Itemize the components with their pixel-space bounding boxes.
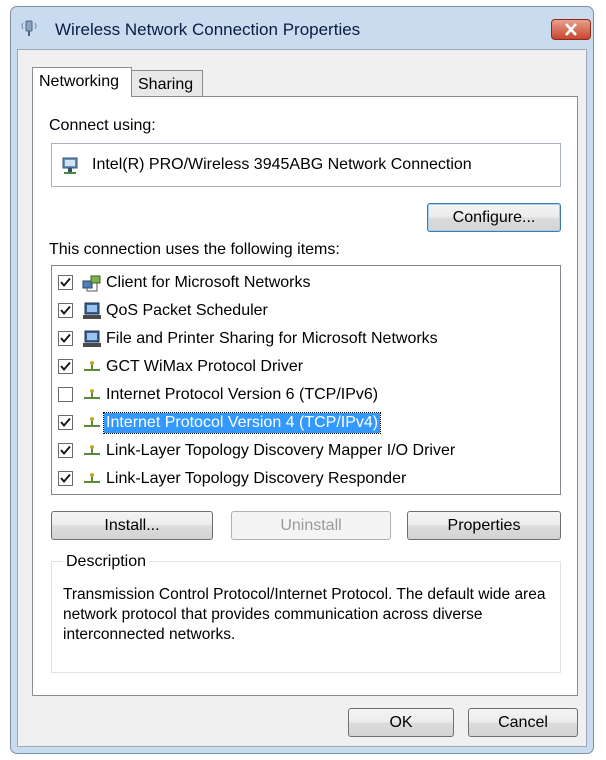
uninstall-button[interactable]: Uninstall (231, 511, 391, 540)
dialog-body: Networking Sharing Connect using: Intel(… (17, 49, 587, 747)
list-item[interactable]: Link-Layer Topology Discovery Responder (52, 466, 560, 494)
checkmark-icon (60, 417, 71, 428)
uninstall-button-label: Uninstall (280, 517, 342, 534)
item-label: Link-Layer Topology Discovery Mapper I/O… (106, 442, 456, 459)
checkmark-icon (60, 361, 71, 372)
close-button[interactable] (551, 19, 591, 40)
checkmark-icon (60, 473, 71, 484)
item-checkbox[interactable] (58, 359, 73, 374)
protocol-icon (82, 470, 102, 488)
title-bar[interactable]: Wireless Network Connection Properties (11, 7, 593, 49)
list-item[interactable]: Internet Protocol Version 6 (TCP/IPv6) (52, 382, 560, 410)
connect-using-label: Connect using: (49, 117, 156, 134)
list-item[interactable]: Client for Microsoft Networks (52, 270, 560, 298)
computer-icon (82, 302, 102, 320)
list-item[interactable]: GCT WiMax Protocol Driver (52, 354, 560, 382)
list-item[interactable]: Internet Protocol Version 4 (TCP/IPv4) (52, 410, 560, 438)
tab-sharing-label: Sharing (138, 76, 194, 93)
install-button-label: Install... (104, 517, 160, 534)
protocol-icon (82, 442, 102, 460)
components-list[interactable]: Client for Microsoft Networks QoS Packet … (51, 265, 561, 495)
item-label: File and Printer Sharing for Microsoft N… (106, 330, 438, 347)
configure-button[interactable]: Configure... (427, 203, 561, 232)
checkmark-icon (60, 333, 71, 344)
networking-panel: Connect using: Intel(R) PRO/Wireless 394… (32, 96, 578, 696)
list-item[interactable]: Link-Layer Topology Discovery Mapper I/O… (52, 438, 560, 466)
cancel-button-label: Cancel (498, 714, 548, 731)
items-label: This connection uses the following items… (49, 241, 340, 258)
ok-button-label: OK (389, 714, 413, 731)
item-checkbox[interactable] (58, 387, 73, 402)
list-item[interactable]: QoS Packet Scheduler (52, 298, 560, 326)
properties-button-label: Properties (447, 517, 521, 534)
configure-button-label: Configure... (452, 209, 536, 226)
item-label: Internet Protocol Version 6 (TCP/IPv6) (106, 386, 379, 403)
item-label: Link-Layer Topology Discovery Responder (106, 470, 407, 487)
list-item[interactable]: File and Printer Sharing for Microsoft N… (52, 326, 560, 354)
item-label: QoS Packet Scheduler (106, 302, 268, 319)
item-label: GCT WiMax Protocol Driver (106, 358, 304, 375)
window-title: Wireless Network Connection Properties (55, 20, 361, 39)
checkmark-icon (60, 277, 71, 288)
item-checkbox[interactable] (58, 471, 73, 486)
item-label: Internet Protocol Version 4 (TCP/IPv4) (102, 412, 382, 434)
item-label: Client for Microsoft Networks (106, 274, 311, 291)
ok-button[interactable]: OK (348, 708, 454, 737)
checkmark-icon (60, 305, 71, 316)
item-checkbox[interactable] (58, 303, 73, 318)
item-checkbox[interactable] (58, 443, 73, 458)
cancel-button[interactable]: Cancel (468, 708, 578, 737)
properties-button[interactable]: Properties (407, 511, 561, 540)
adapter-field: Intel(R) PRO/Wireless 3945ABG Network Co… (51, 143, 561, 187)
network-adapter-icon (60, 154, 82, 176)
item-checkbox[interactable] (58, 275, 73, 290)
item-checkbox[interactable] (58, 331, 73, 346)
computer-icon (82, 330, 102, 348)
description-label: Description (63, 553, 150, 571)
protocol-icon (82, 414, 102, 432)
network-connection-icon (21, 19, 37, 37)
tab-sharing[interactable]: Sharing (131, 70, 203, 96)
install-button[interactable]: Install... (51, 511, 213, 540)
protocol-icon (82, 358, 102, 376)
description-text: Transmission Control Protocol/Internet P… (63, 586, 546, 643)
item-checkbox[interactable] (58, 415, 73, 430)
tab-networking-label: Networking (39, 73, 120, 90)
properties-window: Wireless Network Connection Properties N… (10, 6, 594, 754)
tab-networking[interactable]: Networking (32, 67, 132, 97)
protocol-icon (82, 386, 102, 404)
adapter-name: Intel(R) PRO/Wireless 3945ABG Network Co… (92, 156, 472, 173)
checkmark-icon (60, 445, 71, 456)
network-client-icon (82, 274, 102, 292)
close-icon (565, 23, 577, 36)
